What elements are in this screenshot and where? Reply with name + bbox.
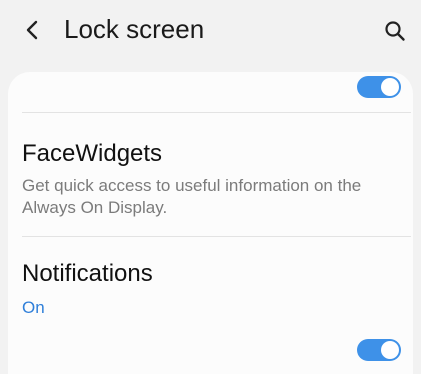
notifications-row[interactable]	[8, 237, 413, 374]
toggle-knob	[381, 78, 399, 96]
notifications-title: Notifications	[22, 260, 153, 287]
facewidgets-title: FaceWidgets	[22, 140, 163, 167]
top-setting-toggle[interactable]	[357, 76, 401, 98]
lock-screen-settings-page: Lock screen FaceWidgets Get quick access…	[0, 0, 421, 374]
app-header: Lock screen	[0, 0, 421, 62]
notifications-status: On	[22, 298, 45, 317]
toggle-knob	[381, 341, 399, 359]
page-title: Lock screen	[64, 14, 205, 44]
back-button[interactable]	[18, 16, 46, 44]
back-chevron-icon	[26, 20, 38, 40]
notifications-toggle[interactable]	[357, 339, 401, 361]
search-button[interactable]	[381, 17, 409, 45]
search-icon	[385, 21, 405, 41]
facewidgets-description: Get quick access to useful information o…	[22, 176, 362, 217]
